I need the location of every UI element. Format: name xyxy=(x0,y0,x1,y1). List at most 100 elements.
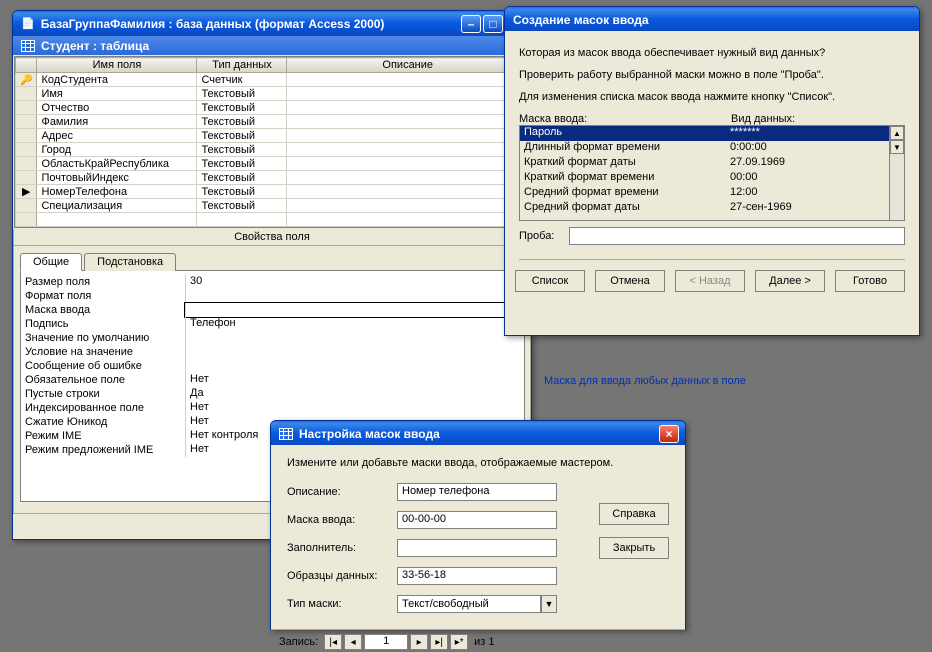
field-name-cell[interactable]: Отчество xyxy=(37,101,197,115)
field-row[interactable]: ПочтовыйИндексТекстовый xyxy=(16,171,529,185)
field-row[interactable]: ГородТекстовый xyxy=(16,143,529,157)
prop-value-cell[interactable]: Нет xyxy=(185,373,520,387)
prop-row[interactable]: Условие на значение xyxy=(25,345,520,359)
field-name-cell[interactable]: ПочтовыйИндекс xyxy=(37,171,197,185)
prop-value-cell[interactable]: Нет xyxy=(185,401,520,415)
row-selector[interactable] xyxy=(16,87,37,101)
field-row[interactable]: 🔑КодСтудентаСчетчик xyxy=(16,73,529,87)
mask-list-item[interactable]: Пароль******* xyxy=(520,126,889,141)
field-desc-cell[interactable] xyxy=(287,73,529,87)
field-row[interactable]: ФамилияТекстовый xyxy=(16,115,529,129)
mask-list-item[interactable]: Средний формат времени12:00 xyxy=(520,186,889,201)
prop-row[interactable]: Размер поля30 xyxy=(25,275,520,289)
prop-value-cell[interactable] xyxy=(185,345,520,359)
row-selector[interactable] xyxy=(16,101,37,115)
scroll-down-icon[interactable]: ▼ xyxy=(890,140,904,154)
prop-value-cell[interactable] xyxy=(185,289,520,303)
prop-row[interactable]: Обязательное полеНет xyxy=(25,373,520,387)
finish-button[interactable]: Готово xyxy=(835,270,905,292)
mask-list-scrollbar[interactable]: ▲ ▼ xyxy=(889,125,905,221)
field-type-cell[interactable]: Текстовый xyxy=(197,129,287,143)
row-selector[interactable] xyxy=(16,171,37,185)
prop-row[interactable]: Индексированное полеНет xyxy=(25,401,520,415)
field-name-cell[interactable]: Фамилия xyxy=(37,115,197,129)
row-selector-header[interactable] xyxy=(16,58,37,73)
record-new-button[interactable]: ▸* xyxy=(450,634,468,650)
field-desc-cell[interactable] xyxy=(287,115,529,129)
next-button[interactable]: Далее > xyxy=(755,270,825,292)
field-row[interactable]: ИмяТекстовый xyxy=(16,87,529,101)
record-last-button[interactable]: ▸| xyxy=(430,634,448,650)
field-desc-cell[interactable] xyxy=(287,199,529,213)
field-name-cell[interactable]: Имя xyxy=(37,87,197,101)
tab-general[interactable]: Общие xyxy=(20,253,82,271)
row-selector[interactable]: ▶ xyxy=(16,185,37,199)
field-desc-cell[interactable] xyxy=(287,171,529,185)
field-type-cell[interactable]: Текстовый xyxy=(197,185,287,199)
field-name-cell[interactable]: Город xyxy=(37,143,197,157)
mask-list-item[interactable]: Краткий формат даты27.09.1969 xyxy=(520,156,889,171)
mask-list-item[interactable]: Длинный формат времени0:00:00 xyxy=(520,141,889,156)
field-row[interactable]: СпециализацияТекстовый xyxy=(16,199,529,213)
record-prev-button[interactable]: ◂ xyxy=(344,634,362,650)
col-type-header[interactable]: Тип данных xyxy=(197,58,287,73)
dropdown-arrow-icon[interactable]: ▼ xyxy=(541,595,557,613)
field-type-cell[interactable]: Текстовый xyxy=(197,115,287,129)
type-dropdown[interactable]: Текст/свободный xyxy=(397,595,541,613)
list-button[interactable]: Список xyxy=(515,270,585,292)
field-desc-cell[interactable] xyxy=(287,87,529,101)
sample-input[interactable]: 33-56-18 xyxy=(397,567,557,585)
cancel-button[interactable]: Отмена xyxy=(595,270,665,292)
field-design-grid[interactable]: Имя поля Тип данных Описание 🔑КодСтудент… xyxy=(15,57,529,227)
field-name-cell[interactable]: КодСтудента xyxy=(37,73,197,87)
field-row[interactable]: ОтчествоТекстовый xyxy=(16,101,529,115)
prop-value-cell[interactable] xyxy=(185,331,520,345)
tab-lookup[interactable]: Подстановка xyxy=(84,253,176,271)
record-next-button[interactable]: ▸ xyxy=(410,634,428,650)
field-type-cell[interactable]: Текстовый xyxy=(197,101,287,115)
field-desc-cell[interactable] xyxy=(287,129,529,143)
field-type-cell[interactable]: Текстовый xyxy=(197,199,287,213)
prop-value-cell[interactable] xyxy=(185,359,520,373)
col-name-header[interactable]: Имя поля xyxy=(37,58,197,73)
prop-value-cell[interactable] xyxy=(185,303,504,317)
col-desc-header[interactable]: Описание xyxy=(287,58,529,73)
help-button[interactable]: Справка xyxy=(599,503,669,525)
db-window-titlebar[interactable]: 📄 БазаГруппаФамилия : база данных (форма… xyxy=(13,11,531,35)
row-selector[interactable]: 🔑 xyxy=(16,73,37,87)
field-row[interactable]: ▶НомерТелефонаТекстовый xyxy=(16,185,529,199)
prop-row[interactable]: Пустые строкиДа xyxy=(25,387,520,401)
record-first-button[interactable]: |◂ xyxy=(324,634,342,650)
field-desc-cell[interactable] xyxy=(287,101,529,115)
fill-input[interactable] xyxy=(397,539,557,557)
row-selector[interactable] xyxy=(16,199,37,213)
field-desc-cell[interactable] xyxy=(287,157,529,171)
try-input[interactable] xyxy=(569,227,905,245)
field-type-cell[interactable]: Счетчик xyxy=(197,73,287,87)
record-number-input[interactable]: 1 xyxy=(364,634,408,650)
field-row[interactable]: АдресТекстовый xyxy=(16,129,529,143)
row-selector[interactable] xyxy=(16,129,37,143)
prop-value-cell[interactable]: Телефон xyxy=(185,317,520,331)
wizard-titlebar[interactable]: Создание масок ввода xyxy=(505,7,919,31)
prop-row[interactable]: ПодписьТелефон xyxy=(25,317,520,331)
field-name-cell[interactable]: ОбластьКрайРеспублика xyxy=(37,157,197,171)
close-dialog-button[interactable]: Закрыть xyxy=(599,537,669,559)
mask-input[interactable]: 00-00-00 xyxy=(397,511,557,529)
field-type-cell[interactable]: Текстовый xyxy=(197,171,287,185)
field-name-cell[interactable]: НомерТелефона xyxy=(37,185,197,199)
field-name-cell[interactable]: Адрес xyxy=(37,129,197,143)
scroll-up-icon[interactable]: ▲ xyxy=(890,126,904,140)
close-button[interactable]: × xyxy=(659,425,679,443)
mask-list-item[interactable]: Средний формат даты27-сен-1969 xyxy=(520,201,889,216)
mask-list-item[interactable]: Краткий формат времени00:00 xyxy=(520,171,889,186)
mask-list[interactable]: Пароль*******Длинный формат времени0:00:… xyxy=(520,126,889,220)
prop-row[interactable]: Маска ввода… xyxy=(25,303,520,317)
row-selector[interactable] xyxy=(16,157,37,171)
edit-mask-titlebar[interactable]: Настройка масок ввода × xyxy=(271,421,685,445)
field-row[interactable]: ОбластьКрайРеспубликаТекстовый xyxy=(16,157,529,171)
field-desc-cell[interactable] xyxy=(287,185,529,199)
field-desc-cell[interactable] xyxy=(287,143,529,157)
prop-row[interactable]: Значение по умолчанию xyxy=(25,331,520,345)
minimize-button[interactable]: – xyxy=(461,15,481,33)
